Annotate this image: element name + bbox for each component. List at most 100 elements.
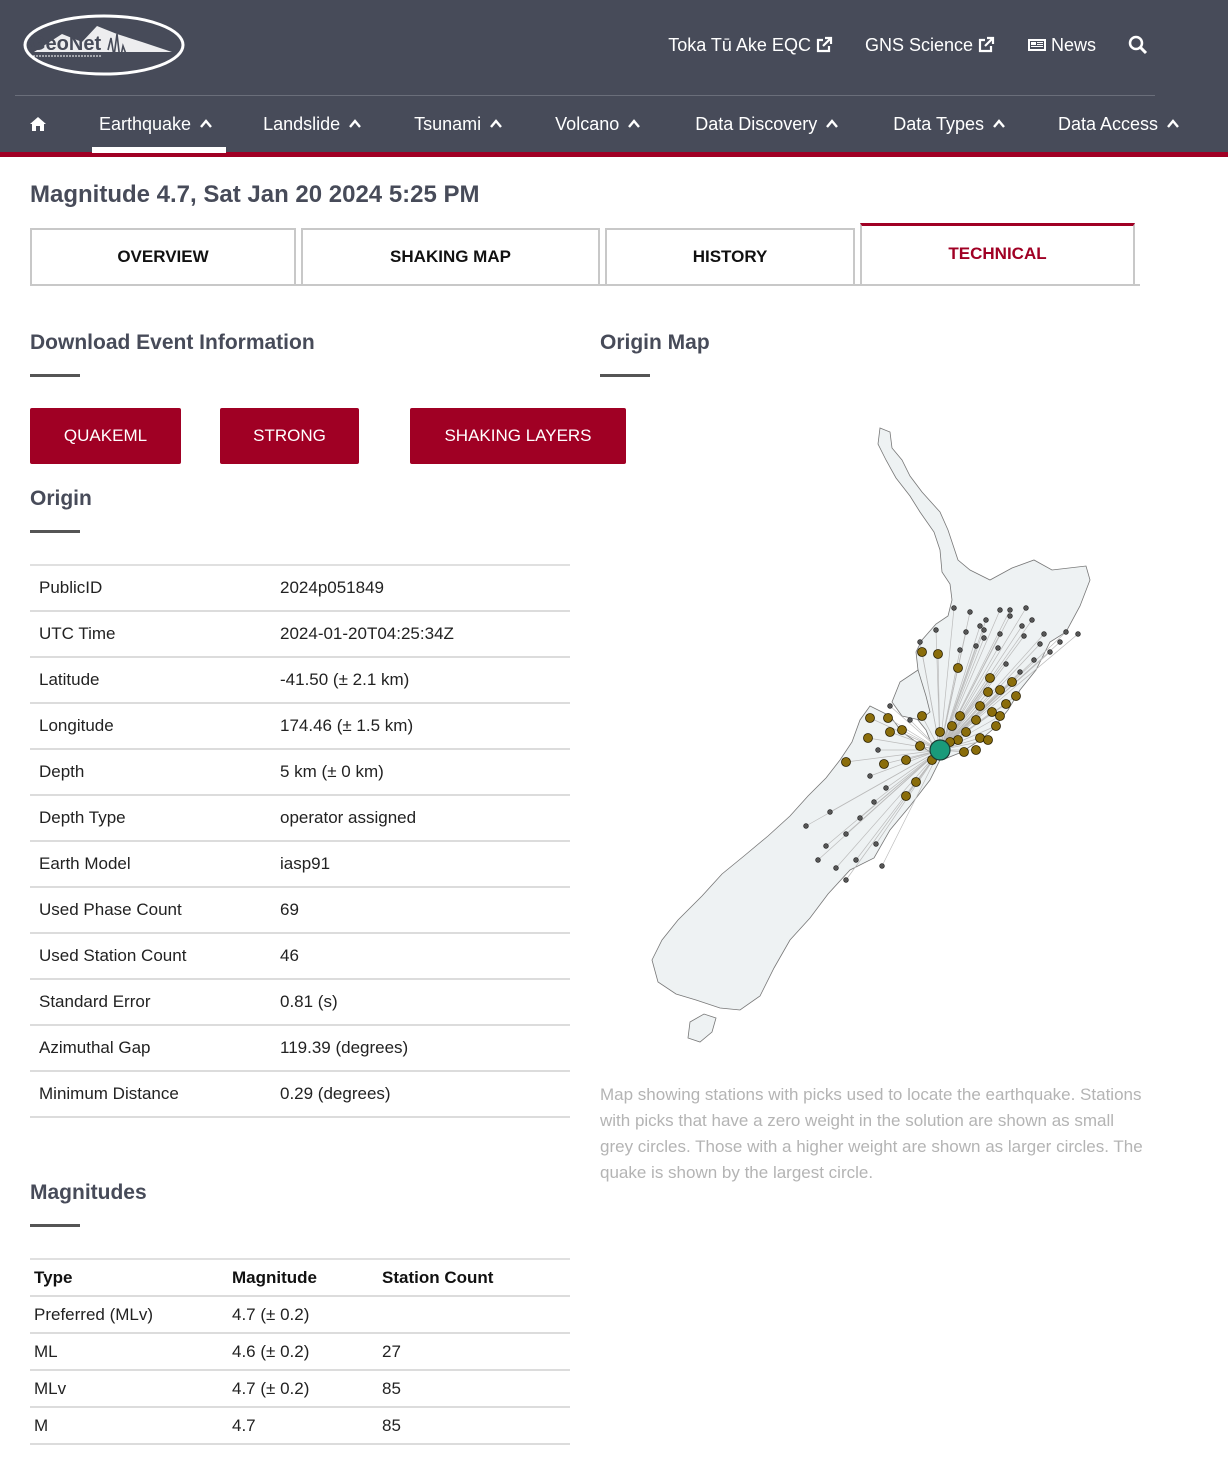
map-caption: Map showing stations with picks used to …: [600, 1085, 1143, 1182]
zero-weight-station: [1057, 639, 1063, 645]
zero-weight-station: [843, 877, 849, 883]
quakeml-button[interactable]: QUAKEML: [30, 408, 181, 464]
weighted-station: [1007, 677, 1017, 687]
tab-history[interactable]: HISTORY: [605, 228, 855, 284]
strong-button[interactable]: STRONG: [220, 408, 359, 464]
mag-count: 27: [382, 1341, 401, 1361]
header-type: Type: [34, 1267, 73, 1287]
section-rule: [30, 374, 80, 377]
top-link-gns-label: GNS Science: [864, 34, 973, 55]
nav-data-discovery[interactable]: Data Discovery: [695, 96, 839, 152]
header-station-count: Station Count: [382, 1267, 494, 1287]
shaking-layers-button[interactable]: SHAKING LAYERS: [410, 408, 626, 464]
row-key: Used Station Count: [39, 946, 187, 965]
row-value: 69: [280, 900, 299, 919]
zero-weight-station: [1063, 629, 1069, 635]
zero-weight-station: [883, 785, 889, 791]
table-row: Preferred (MLv) 4.7 (± 0.2): [30, 1297, 570, 1334]
section-rule: [30, 530, 80, 533]
table-row: Used Station Count 46: [30, 934, 570, 980]
tab-overview[interactable]: OVERVIEW: [30, 228, 296, 284]
zero-weight-station: [983, 617, 989, 623]
table-row: Earth Model iasp91: [30, 842, 570, 888]
weighted-station: [883, 713, 893, 723]
chevron-up-icon: [1167, 119, 1179, 128]
row-key: Depth Type: [39, 808, 126, 827]
zero-weight-station: [1007, 607, 1013, 613]
row-value: 46: [280, 946, 299, 965]
search-icon[interactable]: [1128, 35, 1148, 55]
zero-weight-station: [867, 773, 873, 779]
zero-weight-station: [907, 717, 913, 723]
table-row: MLv 4.7 (± 0.2) 85: [30, 1371, 570, 1408]
table-row: Longitude 174.46 (± 1.5 km): [30, 704, 570, 750]
external-link-icon: [978, 36, 995, 53]
page-title: Magnitude 4.7, Sat Jan 20 2024 5:25 PM: [30, 181, 480, 208]
zero-weight-station: [823, 843, 829, 849]
zero-weight-station: [1075, 631, 1081, 637]
zero-weight-station: [843, 831, 849, 837]
weighted-station: [985, 673, 995, 683]
geonet-logo[interactable]: GeoNet: [22, 12, 186, 78]
zero-weight-station: [1017, 669, 1023, 675]
chevron-up-icon: [993, 119, 1005, 128]
tab-shaking-map[interactable]: SHAKING MAP: [301, 228, 600, 284]
weighted-station: [995, 685, 1005, 695]
table-row: Used Phase Count 69: [30, 888, 570, 934]
mag-type: M: [34, 1415, 49, 1435]
nav-earthquake[interactable]: Earthquake: [91, 96, 227, 153]
home-icon[interactable]: [15, 96, 61, 152]
table-row: UTC Time 2024-01-20T04:25:34Z: [30, 612, 570, 658]
site-header: GeoNet Toka Tū Ake EQC GNS Science News …: [0, 0, 1228, 157]
external-link-icon: [816, 36, 833, 53]
origin-title: Origin: [30, 487, 92, 510]
zero-weight-station: [967, 609, 973, 615]
chevron-up-icon: [628, 119, 641, 128]
weighted-station: [915, 741, 925, 751]
zero-weight-station: [997, 607, 1003, 613]
weighted-station: [917, 711, 927, 721]
mag-count: 85: [382, 1378, 401, 1398]
table-row: Depth 5 km (± 0 km): [30, 750, 570, 796]
nav-data-types[interactable]: Data Types: [893, 96, 1006, 152]
section-rule: [600, 374, 650, 377]
table-row: Azimuthal Gap 119.39 (degrees): [30, 1026, 570, 1072]
mag-value: 4.7: [232, 1415, 256, 1435]
zero-weight-station: [981, 627, 987, 633]
row-value: 2024p051849: [280, 578, 385, 597]
weighted-station: [959, 747, 969, 757]
top-link-news[interactable]: News: [1027, 35, 1096, 56]
magnitudes-table: Type Magnitude Station Count Preferred (…: [30, 1258, 570, 1445]
quake-epicentre[interactable]: [929, 739, 951, 761]
top-link-gns[interactable]: GNS Science: [865, 35, 995, 56]
row-value: operator assigned: [280, 808, 417, 827]
zero-weight-station: [1003, 661, 1009, 667]
weighted-station: [991, 721, 1001, 731]
zero-weight-station: [951, 605, 957, 611]
zero-weight-station: [1019, 623, 1025, 629]
weighted-station: [983, 735, 993, 745]
south-island: [651, 705, 941, 1011]
row-value: iasp91: [280, 854, 331, 873]
nav-landslide[interactable]: Landslide: [263, 96, 362, 152]
nav-tsunami[interactable]: Tsunami: [414, 96, 503, 152]
top-link-eqc[interactable]: Toka Tū Ake EQC: [668, 35, 833, 56]
nav-tsunami-label: Tsunami: [414, 113, 482, 134]
row-key: UTC Time: [39, 624, 116, 643]
zero-weight-station: [853, 857, 859, 863]
row-value: 5 km (± 0 km): [280, 762, 384, 781]
nav-data-access[interactable]: Data Access: [1058, 96, 1180, 152]
zero-weight-station: [963, 629, 969, 635]
table-row: ML 4.6 (± 0.2) 27: [30, 1334, 570, 1371]
mag-type: ML: [34, 1341, 58, 1361]
event-tabs: OVERVIEW SHAKING MAP HISTORY TECHNICAL: [30, 223, 1140, 286]
zero-weight-station: [981, 635, 987, 641]
zero-weight-station: [857, 815, 863, 821]
nav-volcano[interactable]: Volcano: [555, 96, 641, 152]
weighted-station: [953, 735, 963, 745]
zero-weight-station: [1037, 641, 1043, 647]
origin-map[interactable]: [640, 420, 1100, 1060]
weighted-station: [933, 649, 943, 659]
zero-weight-station: [1047, 649, 1053, 655]
tab-technical[interactable]: TECHNICAL: [860, 223, 1135, 284]
